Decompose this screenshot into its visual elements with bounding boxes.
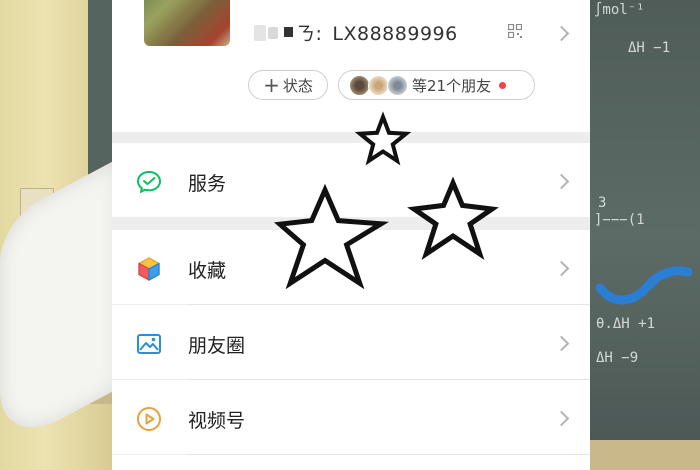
menu-item-channels[interactable]: 视频号 bbox=[112, 380, 590, 454]
menu-item-label: 朋友圈 bbox=[188, 335, 246, 357]
blackboard-right bbox=[590, 0, 700, 470]
chevron-right-icon bbox=[553, 410, 570, 427]
chevron-right-icon bbox=[553, 260, 570, 277]
plus-icon: + bbox=[263, 73, 280, 97]
status-label: 状态 bbox=[282, 76, 313, 95]
chalk-text: 3 bbox=[598, 195, 607, 211]
profile-card: ㄋ: LX88889996 + 状态 等21个朋友 bbox=[112, 0, 590, 132]
friend-avatar bbox=[387, 74, 408, 96]
menu-item-services[interactable]: 服务 bbox=[112, 143, 590, 217]
chevron-right-icon[interactable] bbox=[553, 25, 570, 42]
menu-item-label: 服务 bbox=[188, 173, 227, 195]
friend-avatar bbox=[349, 74, 370, 96]
chalk-text: θ.ΔH +1 bbox=[596, 316, 656, 332]
chalk-text: ∫mol⁻¹ bbox=[594, 2, 645, 18]
wechat-id-value: LX88889996 bbox=[332, 23, 458, 45]
chalk-text: ]−−−(1 bbox=[594, 212, 645, 228]
id-marker bbox=[284, 27, 293, 37]
status-button[interactable]: + 状态 bbox=[248, 70, 328, 100]
cube-icon bbox=[138, 257, 160, 281]
menu-item-moments[interactable]: 朋友圈 bbox=[112, 305, 590, 379]
menu-item-label: 视频号 bbox=[188, 410, 246, 432]
chalk-text: ΔH −9 bbox=[596, 350, 639, 366]
menu-item-favorites[interactable]: 收藏 bbox=[112, 230, 590, 304]
blurred-nickname bbox=[254, 25, 266, 41]
avatar[interactable] bbox=[144, 0, 230, 46]
blue-swoosh bbox=[596, 266, 692, 305]
chalk-text: ΔH −1 bbox=[628, 40, 671, 56]
wechat-pay-icon bbox=[136, 170, 162, 194]
image-icon bbox=[137, 334, 161, 354]
wechat-id[interactable]: ㄋ: LX88889996 bbox=[296, 19, 458, 46]
notification-dot bbox=[499, 81, 507, 89]
wechat-id-label: ㄋ: bbox=[296, 23, 323, 45]
friend-avatar bbox=[368, 74, 389, 96]
wechat-me-page: ㄋ: LX88889996 + 状态 等21个朋友 服务 收藏 朋友圈 视频号 bbox=[112, 0, 590, 470]
chevron-right-icon bbox=[553, 335, 570, 352]
blackboard-ledge-right bbox=[590, 440, 700, 470]
play-circle-icon bbox=[137, 407, 161, 431]
qr-code-icon[interactable] bbox=[508, 24, 522, 38]
chevron-right-icon bbox=[553, 173, 570, 190]
menu-item-partial bbox=[112, 455, 590, 470]
friends-label: 等21个朋友 bbox=[412, 76, 492, 95]
blurred-nickname bbox=[268, 27, 278, 39]
menu-item-label: 收藏 bbox=[188, 260, 227, 282]
friends-status-button[interactable]: 等21个朋友 bbox=[338, 70, 535, 100]
